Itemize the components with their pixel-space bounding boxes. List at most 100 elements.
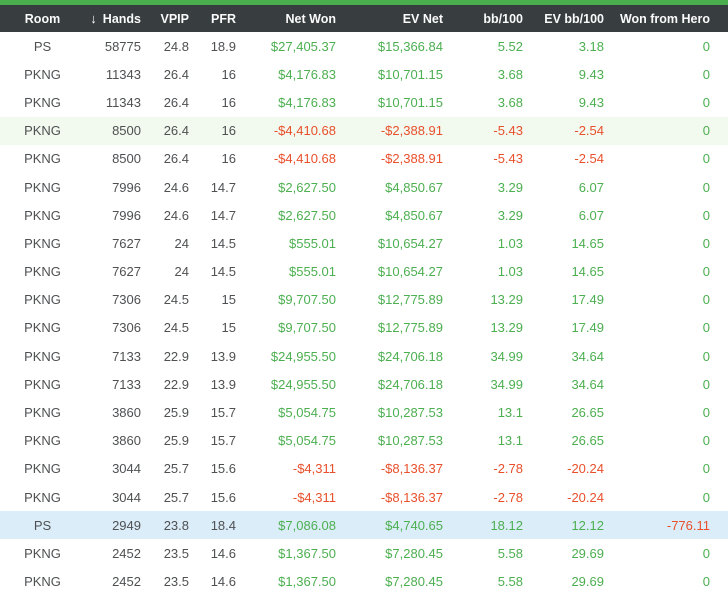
cell-ev-net: $10,287.53 [343, 405, 450, 420]
cell-net-won: $5,054.75 [243, 433, 343, 448]
cell-hands: 7133 [85, 377, 148, 392]
cell-bb-100: 3.68 [450, 95, 530, 110]
cell-net-won: -$4,410.68 [243, 123, 343, 138]
cell-bb-100: -2.78 [450, 490, 530, 505]
cell-bb-100: -5.43 [450, 123, 530, 138]
cell-won-from-hero: -776.11 [611, 518, 728, 533]
column-header-net-won[interactable]: Net Won [243, 12, 343, 26]
cell-won-from-hero: 0 [611, 433, 728, 448]
cell-hands: 3860 [85, 405, 148, 420]
cell-ev-net: -$8,136.37 [343, 461, 450, 476]
cell-hands: 8500 [85, 151, 148, 166]
cell-net-won: $5,054.75 [243, 405, 343, 420]
cell-net-won: $7,086.08 [243, 518, 343, 533]
cell-vpip: 23.5 [148, 546, 196, 561]
cell-bb-100: 34.99 [450, 349, 530, 364]
table-row[interactable]: PKNG850026.416-$4,410.68-$2,388.91-5.43-… [0, 117, 728, 145]
table-row[interactable]: PKNG713322.913.9$24,955.50$24,706.1834.9… [0, 342, 728, 370]
cell-net-won: $4,176.83 [243, 95, 343, 110]
cell-ev-bb-100: -20.24 [530, 461, 611, 476]
table-row[interactable]: PKNG1134326.416$4,176.83$10,701.153.689.… [0, 60, 728, 88]
cell-won-from-hero: 0 [611, 546, 728, 561]
table-row[interactable]: PKNG1134326.416$4,176.83$10,701.153.689.… [0, 88, 728, 116]
cell-room: PS [0, 39, 85, 54]
column-header-won-from-hero[interactable]: Won from Hero [611, 12, 728, 26]
column-header-pfr[interactable]: PFR [196, 12, 243, 26]
cell-net-won: $555.01 [243, 236, 343, 251]
cell-won-from-hero: 0 [611, 39, 728, 54]
cell-room: PKNG [0, 292, 85, 307]
column-header-ev-net[interactable]: EV Net [343, 12, 450, 26]
cell-net-won: $9,707.50 [243, 292, 343, 307]
cell-ev-net: $12,775.89 [343, 292, 450, 307]
cell-net-won: $2,627.50 [243, 180, 343, 195]
cell-hands: 58775 [85, 39, 148, 54]
table-row[interactable]: PS294923.818.4$7,086.08$4,740.6518.1212.… [0, 511, 728, 539]
table-row[interactable]: PKNG304425.715.6-$4,311-$8,136.37-2.78-2… [0, 483, 728, 511]
cell-ev-net: -$8,136.37 [343, 490, 450, 505]
cell-hands: 7133 [85, 349, 148, 364]
cell-won-from-hero: 0 [611, 95, 728, 110]
column-header-vpip[interactable]: VPIP [148, 12, 196, 26]
sort-descending-icon: ↓ [90, 11, 97, 26]
cell-won-from-hero: 0 [611, 151, 728, 166]
cell-pfr: 15 [196, 292, 243, 307]
column-header-ev-bb-100[interactable]: EV bb/100 [530, 12, 611, 26]
table-row[interactable]: PKNG76272414.5$555.01$10,654.271.0314.65… [0, 229, 728, 257]
cell-pfr: 14.5 [196, 236, 243, 251]
cell-won-from-hero: 0 [611, 264, 728, 279]
table-row[interactable]: PKNG730624.515$9,707.50$12,775.8913.2917… [0, 286, 728, 314]
cell-pfr: 18.4 [196, 518, 243, 533]
cell-pfr: 14.6 [196, 574, 243, 589]
cell-bb-100: 34.99 [450, 377, 530, 392]
cell-hands: 3044 [85, 461, 148, 476]
cell-bb-100: -5.43 [450, 151, 530, 166]
cell-pfr: 15 [196, 320, 243, 335]
cell-won-from-hero: 0 [611, 236, 728, 251]
table-row[interactable]: PKNG730624.515$9,707.50$12,775.8913.2917… [0, 314, 728, 342]
cell-pfr: 15.6 [196, 490, 243, 505]
cell-pfr: 14.5 [196, 264, 243, 279]
cell-ev-bb-100: 17.49 [530, 320, 611, 335]
cell-room: PKNG [0, 180, 85, 195]
table-row[interactable]: PKNG245223.514.6$1,367.50$7,280.455.5829… [0, 568, 728, 596]
table-row[interactable]: PKNG245223.514.6$1,367.50$7,280.455.5829… [0, 539, 728, 567]
cell-hands: 11343 [85, 95, 148, 110]
cell-ev-bb-100: 29.69 [530, 574, 611, 589]
cell-pfr: 15.7 [196, 433, 243, 448]
cell-pfr: 14.7 [196, 208, 243, 223]
cell-room: PKNG [0, 264, 85, 279]
table-row[interactable]: PKNG386025.915.7$5,054.75$10,287.5313.12… [0, 427, 728, 455]
cell-ev-net: $4,850.67 [343, 208, 450, 223]
cell-room: PKNG [0, 151, 85, 166]
table-row[interactable]: PKNG76272414.5$555.01$10,654.271.0314.65… [0, 258, 728, 286]
cell-room: PKNG [0, 236, 85, 251]
cell-ev-net: $10,701.15 [343, 95, 450, 110]
cell-pfr: 16 [196, 95, 243, 110]
cell-won-from-hero: 0 [611, 461, 728, 476]
table-row[interactable]: PKNG713322.913.9$24,955.50$24,706.1834.9… [0, 370, 728, 398]
cell-net-won: -$4,311 [243, 461, 343, 476]
cell-net-won: $1,367.50 [243, 574, 343, 589]
cell-vpip: 26.4 [148, 123, 196, 138]
table-row[interactable]: PKNG799624.614.7$2,627.50$4,850.673.296.… [0, 201, 728, 229]
cell-net-won: $555.01 [243, 264, 343, 279]
table-row[interactable]: PS5877524.818.9$27,405.37$15,366.845.523… [0, 32, 728, 60]
cell-room: PKNG [0, 67, 85, 82]
cell-room: PKNG [0, 95, 85, 110]
cell-ev-net: $7,280.45 [343, 546, 450, 561]
table-row[interactable]: PKNG850026.416-$4,410.68-$2,388.91-5.43-… [0, 145, 728, 173]
cell-vpip: 24.5 [148, 292, 196, 307]
cell-net-won: $2,627.50 [243, 208, 343, 223]
column-header-bb-100[interactable]: bb/100 [450, 12, 530, 26]
cell-ev-net: $10,287.53 [343, 433, 450, 448]
table-row[interactable]: PKNG304425.715.6-$4,311-$8,136.37-2.78-2… [0, 455, 728, 483]
column-header-hands[interactable]: ↓Hands [85, 11, 148, 26]
table-row[interactable]: PKNG386025.915.7$5,054.75$10,287.5313.12… [0, 398, 728, 426]
column-header-room[interactable]: Room [0, 12, 85, 26]
table-row[interactable]: PKNG799624.614.7$2,627.50$4,850.673.296.… [0, 173, 728, 201]
cell-room: PKNG [0, 490, 85, 505]
cell-bb-100: 1.03 [450, 264, 530, 279]
cell-pfr: 16 [196, 67, 243, 82]
cell-hands: 7306 [85, 320, 148, 335]
